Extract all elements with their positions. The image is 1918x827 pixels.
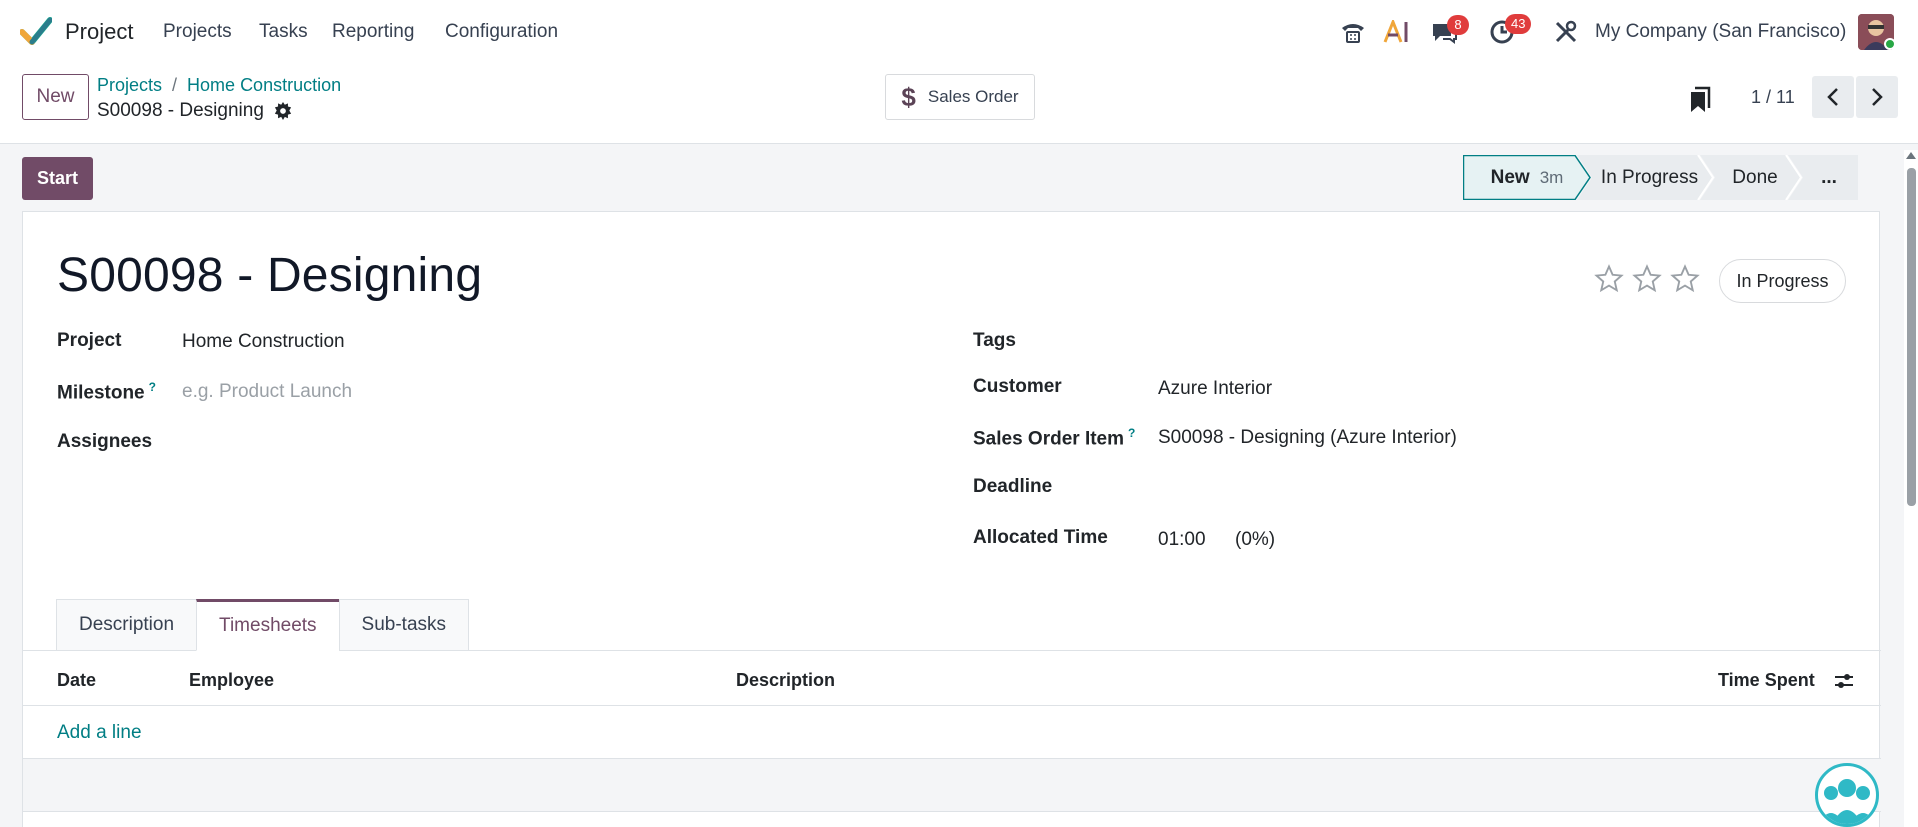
column-time-spent[interactable]: Time Spent	[1718, 670, 1815, 691]
menu-reporting[interactable]: Reporting	[332, 21, 414, 43]
table-row-divider	[23, 811, 1881, 812]
project-app-logo-icon[interactable]	[20, 16, 52, 46]
customer-field[interactable]: Azure Interior	[1158, 378, 1272, 400]
project-field[interactable]: Home Construction	[182, 331, 345, 353]
stage-more[interactable]: ...	[1788, 155, 1858, 200]
online-status-icon	[1884, 38, 1896, 50]
ai-icon[interactable]	[1383, 18, 1411, 46]
task-state-button[interactable]: In Progress	[1719, 259, 1846, 303]
pager-next-button[interactable]	[1856, 76, 1898, 118]
milestone-label: Milestone?	[57, 380, 156, 404]
allocated-time-percent: (0%)	[1235, 529, 1276, 550]
breadcrumb-home-construction[interactable]: Home Construction	[187, 75, 341, 96]
customer-label: Customer	[973, 376, 1062, 397]
deadline-label: Deadline	[973, 476, 1053, 497]
stage-more-label: ...	[1821, 166, 1837, 188]
stage-new-duration: 3m	[1539, 167, 1564, 187]
notebook-tabs: Description Timesheets Sub-tasks	[56, 599, 470, 651]
new-button[interactable]: New	[22, 74, 89, 120]
allocated-time-label: Allocated Time	[973, 527, 1108, 548]
project-label: Project	[57, 330, 122, 351]
bookmark-icon[interactable]	[1688, 86, 1712, 114]
chevron-left-icon	[1827, 88, 1838, 106]
sales-order-label: Sales Order	[927, 87, 1019, 106]
tags-label: Tags	[973, 330, 1016, 351]
milestone-label-text: Milestone	[57, 382, 145, 404]
sales-order-item-field[interactable]: S00098 - Designing (Azure Interior)	[1158, 427, 1457, 449]
top-navbar: Project Projects Tasks Reporting Configu…	[0, 0, 1918, 64]
app-name[interactable]: Project	[65, 19, 133, 45]
sales-order-item-label-text: Sales Order Item	[973, 428, 1125, 450]
phone-icon[interactable]	[1339, 18, 1367, 46]
star-icon[interactable]	[1594, 264, 1624, 294]
tab-description[interactable]: Description	[56, 599, 198, 651]
scrollbar-thumb[interactable]	[1907, 168, 1916, 506]
chevron-right-icon	[1872, 88, 1883, 106]
breadcrumb: Projects / Home Construction	[97, 75, 341, 96]
sales-order-item-label: Sales Order Item?	[973, 426, 1135, 450]
start-button[interactable]: Start	[22, 157, 93, 200]
column-description[interactable]: Description	[736, 670, 835, 691]
assignees-label: Assignees	[57, 431, 153, 452]
tab-sub-tasks[interactable]: Sub-tasks	[338, 599, 470, 651]
chatbot-button[interactable]	[1815, 763, 1879, 827]
star-icon[interactable]	[1670, 264, 1700, 294]
column-date[interactable]: Date	[57, 670, 96, 691]
stage-done[interactable]: Done	[1700, 155, 1802, 200]
messages-badge: 8	[1447, 15, 1469, 35]
pager-previous-button[interactable]	[1812, 76, 1854, 118]
tools-icon[interactable]	[1552, 18, 1580, 46]
stage-in-progress-label: In Progress	[1600, 166, 1699, 188]
control-panel: New Projects / Home Construction S00098 …	[0, 64, 1918, 144]
record-title: S00098 - Designing	[97, 100, 292, 122]
stage-done-label: Done	[1732, 166, 1778, 188]
scroll-up-arrow-icon[interactable]	[1905, 150, 1917, 160]
menu-configuration[interactable]: Configuration	[445, 21, 558, 43]
gear-icon[interactable]	[274, 102, 292, 120]
task-name-field[interactable]: S00098 - Designing	[57, 248, 482, 303]
activities-badge: 43	[1505, 14, 1532, 34]
stage-new-label: New	[1490, 166, 1530, 188]
table-header-divider	[23, 705, 1881, 706]
column-employee[interactable]: Employee	[189, 670, 274, 691]
dollar-icon: $	[901, 81, 916, 112]
company-switcher[interactable]: My Company (San Francisco)	[1595, 21, 1846, 43]
sales-order-smart-button[interactable]: $ Sales Order	[885, 74, 1035, 120]
tab-timesheets[interactable]: Timesheets	[196, 599, 340, 651]
stage-in-progress[interactable]: In Progress	[1577, 155, 1714, 200]
menu-projects[interactable]: Projects	[163, 21, 232, 43]
form-sheet: S00098 - Designing In Progress Project H…	[22, 211, 1881, 827]
milestone-help-icon[interactable]: ?	[149, 380, 156, 394]
star-icon[interactable]	[1632, 264, 1662, 294]
stage-new[interactable]: New 3m	[1463, 155, 1591, 200]
record-title-text: S00098 - Designing	[97, 100, 264, 121]
chatbot-team-icon	[1818, 779, 1876, 824]
breadcrumb-projects[interactable]: Projects	[97, 75, 162, 96]
allocated-time-field[interactable]: 01:00	[1158, 529, 1206, 551]
breadcrumb-separator: /	[172, 75, 178, 95]
milestone-field[interactable]: e.g. Product Launch	[182, 381, 352, 403]
stage-statusbar: New 3m In Progress Done ...	[1463, 155, 1858, 200]
table-row	[23, 759, 1881, 811]
optional-columns-icon[interactable]	[1833, 671, 1855, 691]
pager-value[interactable]: 1 / 11	[1751, 87, 1795, 108]
menu-tasks[interactable]: Tasks	[259, 21, 308, 43]
sales-order-item-help-icon[interactable]: ?	[1128, 426, 1135, 440]
priority-stars	[1594, 264, 1700, 294]
add-a-line-link[interactable]: Add a line	[57, 722, 142, 744]
